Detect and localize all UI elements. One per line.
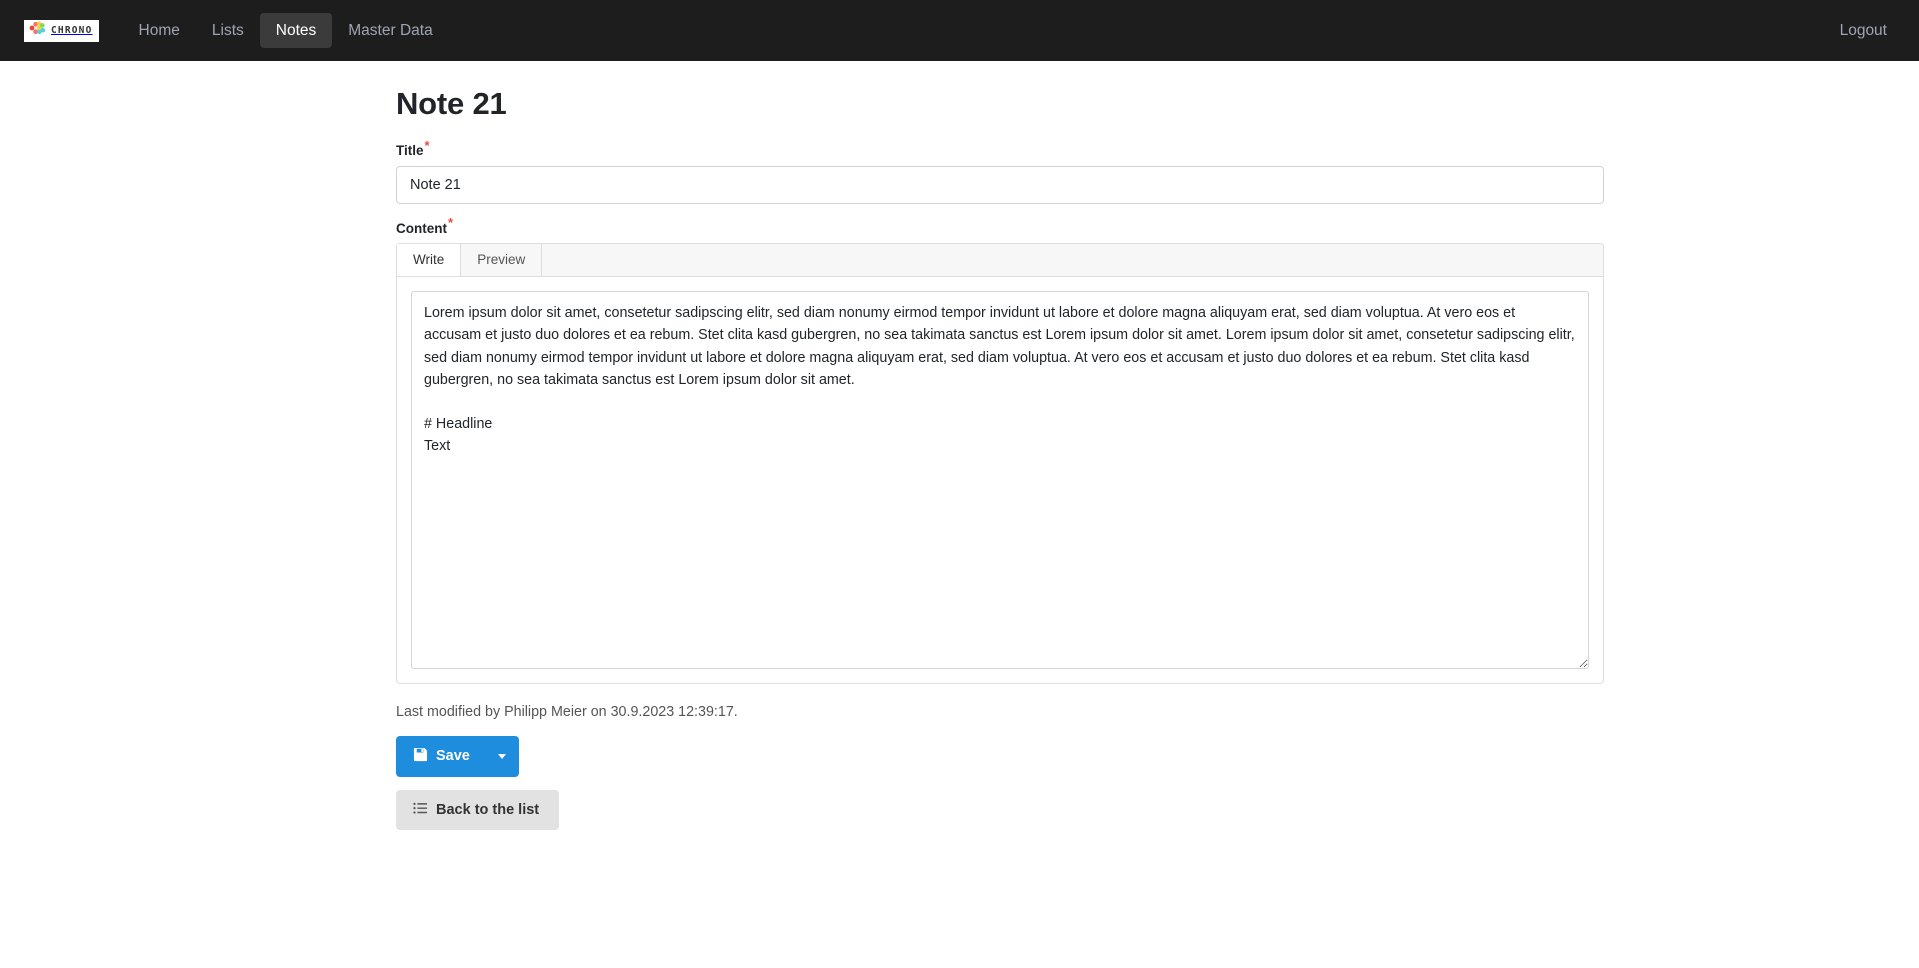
nav-item-lists[interactable]: Lists [196, 13, 260, 49]
page-title: Note 21 [396, 86, 507, 121]
last-modified-text: Last modified by Philipp Meier on 30.9.2… [396, 704, 738, 721]
navbar-right: Logout [1832, 12, 1895, 50]
markdown-editor-panel: Write Preview [396, 243, 1604, 685]
chrono-logo-icon [29, 21, 47, 40]
title-label: Title* [396, 139, 1604, 160]
tab-write[interactable]: Write [397, 244, 462, 277]
save-button-label: Save [436, 748, 470, 765]
title-form-group: Title* [396, 139, 1604, 204]
back-to-list-button[interactable]: Back to the list [396, 789, 560, 831]
nav-item-notes[interactable]: Notes [259, 12, 333, 49]
back-button-row: Back to the list [396, 789, 1604, 831]
title-required-marker: * [424, 137, 430, 153]
top-navbar: CHRONO Home Lists Notes Master Data Logo… [0, 0, 1919, 61]
save-button[interactable]: Save [396, 736, 488, 777]
caret-down-icon [497, 754, 506, 760]
save-floppy-icon [413, 747, 428, 766]
content-container: Note 21 Title* Content* Write Preview La… [396, 85, 1604, 831]
back-to-list-label: Back to the list [436, 801, 540, 818]
nav-item-home[interactable]: Home [123, 13, 196, 49]
brand-logo-link[interactable]: CHRONO [24, 19, 99, 42]
page-body: Note 21 Title* Content* Write Preview La… [0, 85, 1919, 831]
markdown-body [397, 277, 1603, 684]
content-label-text: Content [396, 220, 447, 236]
logout-link[interactable]: Logout [1832, 12, 1895, 50]
title-label-text: Title [396, 143, 424, 159]
content-required-marker: * [448, 215, 454, 231]
brand-name: CHRONO [51, 24, 93, 36]
tab-preview[interactable]: Preview [461, 244, 543, 277]
save-dropdown-toggle[interactable] [487, 736, 519, 777]
markdown-tabs: Write Preview [397, 244, 1603, 278]
content-textarea[interactable] [411, 291, 1589, 670]
save-button-row: Save [396, 736, 1604, 777]
content-label: Content* [396, 216, 1604, 238]
brand-logo: CHRONO [24, 19, 99, 42]
nav-links: Home Lists Notes Master Data [123, 12, 449, 49]
nav-item-master-data[interactable]: Master Data [332, 13, 448, 49]
save-button-group: Save [396, 736, 519, 777]
list-icon [413, 801, 428, 820]
content-form-group: Content* Write Preview [396, 216, 1604, 685]
title-input[interactable] [396, 165, 1604, 204]
